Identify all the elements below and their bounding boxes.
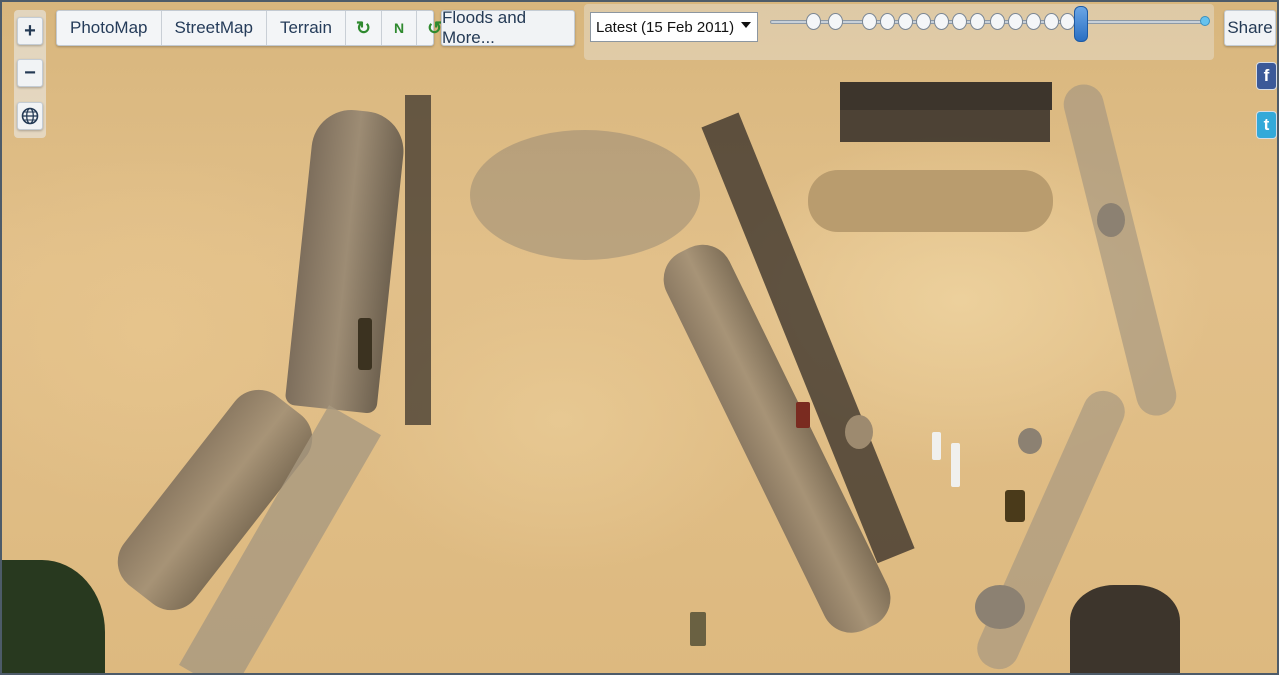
gravel-pad-2 [1097,203,1125,237]
timeline-tick[interactable] [828,13,843,30]
timeline-tick[interactable] [1060,13,1075,30]
facebook-button[interactable]: f [1256,62,1277,90]
timeline-tick[interactable] [934,13,949,30]
vehicle-white-1 [932,432,941,460]
top-stockpile [808,170,1053,232]
bottom-right-pit [1070,585,1180,675]
excavator-2 [358,318,372,370]
timeline-tick[interactable] [862,13,877,30]
top-channel-1 [840,82,1052,110]
timeline-tick[interactable] [970,13,985,30]
facebook-icon: f [1263,66,1270,85]
timeline-tick[interactable] [952,13,967,30]
zoom-in-button[interactable]: + [17,17,43,45]
truck-red [796,402,810,428]
gravel-pad-1 [975,585,1025,629]
dropdown-arrow-icon [741,22,751,28]
vehicle-white-2 [951,443,960,487]
gravel-pad-4 [845,415,873,449]
streetmap-tab[interactable]: StreetMap [162,11,267,45]
rotate-left-icon: ↻ [355,17,371,38]
share-button[interactable]: Share [1224,10,1276,46]
date-dropdown-value: Latest (15 Feb 2011) [596,18,735,36]
timeline-tick[interactable] [990,13,1005,30]
timeline-tick[interactable] [1026,13,1041,30]
excavator [1005,490,1025,522]
gravel-pad-3 [1018,428,1042,454]
pipe-trench-vertical [405,95,431,425]
north-button[interactable]: N [382,11,418,45]
twitter-icon: t [1263,115,1270,134]
central-gravel-area [470,130,700,260]
zoom-controls: + − [14,10,46,138]
map-type-bar: PhotoMap StreetMap Terrain ↻ N ↺ [56,10,442,46]
left-spoil-mound [284,106,408,414]
terrain-tab[interactable]: Terrain [267,11,346,45]
twitter-button[interactable]: t [1256,111,1277,139]
timeline-tick[interactable] [806,13,821,30]
loader [690,612,706,646]
rotate-left-button[interactable]: ↻ [346,11,382,45]
timeline-slider-thumb[interactable] [1074,6,1088,42]
tree-cluster [0,560,105,675]
photomap-tab[interactable]: PhotoMap [57,11,162,45]
floods-and-more-button[interactable]: Floods and More... [441,8,575,47]
globe-icon [21,107,39,125]
timeline-tick[interactable] [1008,13,1023,30]
timeline-end-marker[interactable] [1200,16,1210,26]
curved-road-right [1059,80,1181,420]
timeline-tick[interactable] [916,13,931,30]
date-dropdown[interactable]: Latest (15 Feb 2011) [590,12,758,42]
globe-button[interactable] [17,102,43,130]
rotate-right-icon: ↺ [427,17,443,38]
timeline-tick[interactable] [880,13,895,30]
top-channel-2 [840,110,1050,142]
timeline-tick[interactable] [1044,13,1059,30]
aerial-photo-map[interactable] [0,0,1279,675]
timeline-tick[interactable] [898,13,913,30]
zoom-out-button[interactable]: − [17,59,43,87]
